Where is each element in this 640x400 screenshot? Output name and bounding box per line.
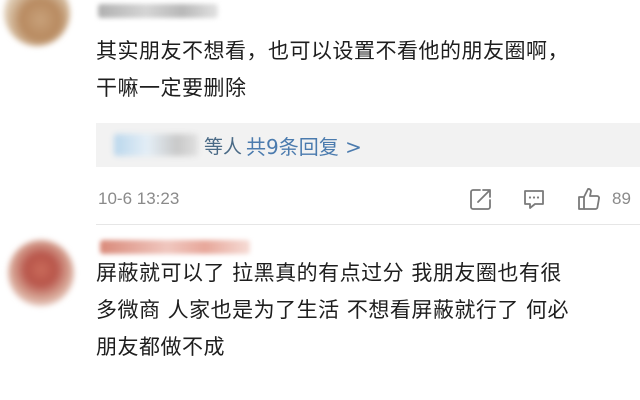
comment-text: 其实朋友不想看，也可以设置不看他的朋友圈啊， 干嘛一定要删除 xyxy=(96,33,632,107)
replier-names-blurred xyxy=(114,134,198,156)
comment-text-line: 其实朋友不想看，也可以设置不看他的朋友圈啊， xyxy=(96,39,569,63)
comment-text: 屏蔽就可以了 拉黑真的有点过分 我朋友圈也有很 多微商 人家也是为了生活 不想看… xyxy=(96,255,632,366)
comment-feed: 其实朋友不想看，也可以设置不看他的朋友圈啊， 干嘛一定要删除 等人 共9条回复 … xyxy=(0,0,640,400)
thumbs-up-icon[interactable] xyxy=(576,186,602,212)
reply-summary-box[interactable]: 等人 共9条回复 > xyxy=(96,123,640,167)
username-blurred[interactable] xyxy=(100,240,250,254)
username-blurred[interactable] xyxy=(98,4,218,18)
like-count: 89 xyxy=(612,189,631,208)
comment-text-line: 多微商 人家也是为了生活 不想看屏蔽就行了 何必 xyxy=(96,298,570,322)
comment-icon[interactable] xyxy=(521,186,547,212)
avatar[interactable] xyxy=(4,0,70,46)
comment-timestamp: 10-6 13:23 xyxy=(98,189,180,208)
divider xyxy=(96,224,640,225)
reply-people-label: 等人 xyxy=(204,136,243,158)
comment-text-line: 屏蔽就可以了 拉黑真的有点过分 我朋友圈也有很 xyxy=(96,261,562,285)
comment-text-line: 干嘛一定要删除 xyxy=(96,76,247,100)
comment-text-line: 朋友都做不成 xyxy=(96,335,225,359)
view-replies-link[interactable]: 共9条回复 > xyxy=(246,131,362,160)
share-icon[interactable] xyxy=(468,186,494,212)
avatar[interactable] xyxy=(8,240,74,306)
